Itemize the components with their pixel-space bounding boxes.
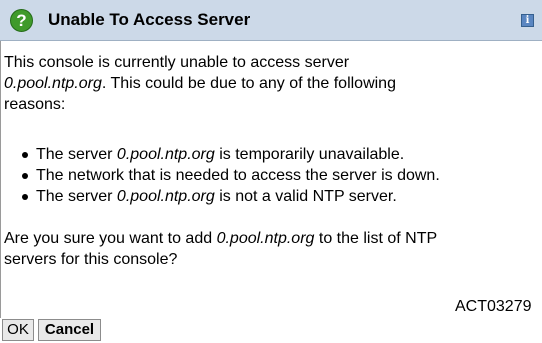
question-icon: ? xyxy=(10,9,33,32)
reason-server-name: 0.pool.ntp.org xyxy=(116,188,215,205)
dialog-title: Unable To Access Server xyxy=(48,10,251,29)
ok-button[interactable]: OK xyxy=(2,319,34,341)
reason-server-name: 0.pool.ntp.org xyxy=(116,146,215,163)
list-item: The server 0.pool.ntp.org is not a valid… xyxy=(20,186,440,207)
info-icon[interactable]: i xyxy=(521,14,534,27)
intro-server-name: 0.pool.ntp.org xyxy=(4,75,102,92)
dialog-body: This console is currently unable to acce… xyxy=(0,41,542,318)
list-item: The server 0.pool.ntp.org is temporarily… xyxy=(20,144,440,165)
intro-line-2: 0.pool.ntp.org. This could be due to any… xyxy=(4,73,396,94)
cancel-button[interactable]: Cancel xyxy=(38,319,101,341)
intro-line-2-text: . This could be due to any of the follow… xyxy=(101,75,396,92)
confirm-question: Are you sure you want to add 0.pool.ntp.… xyxy=(4,228,437,270)
question-line-2: servers for this console? xyxy=(4,251,178,268)
intro-line-3: reasons: xyxy=(4,96,66,113)
question-line-1: Are you sure you want to add 0.pool.ntp.… xyxy=(4,230,438,247)
intro-line-1: This console is currently unable to acce… xyxy=(4,54,350,71)
question-server-name: 0.pool.ntp.org xyxy=(216,230,315,247)
dialog-header: ? Unable To Access Server i xyxy=(0,0,542,41)
intro-paragraph: This console is currently unable to acce… xyxy=(4,52,396,115)
list-item: The network that is needed to access the… xyxy=(20,165,440,186)
message-id: ACT03279 xyxy=(455,298,532,315)
reasons-list: The server 0.pool.ntp.org is temporarily… xyxy=(20,144,440,207)
